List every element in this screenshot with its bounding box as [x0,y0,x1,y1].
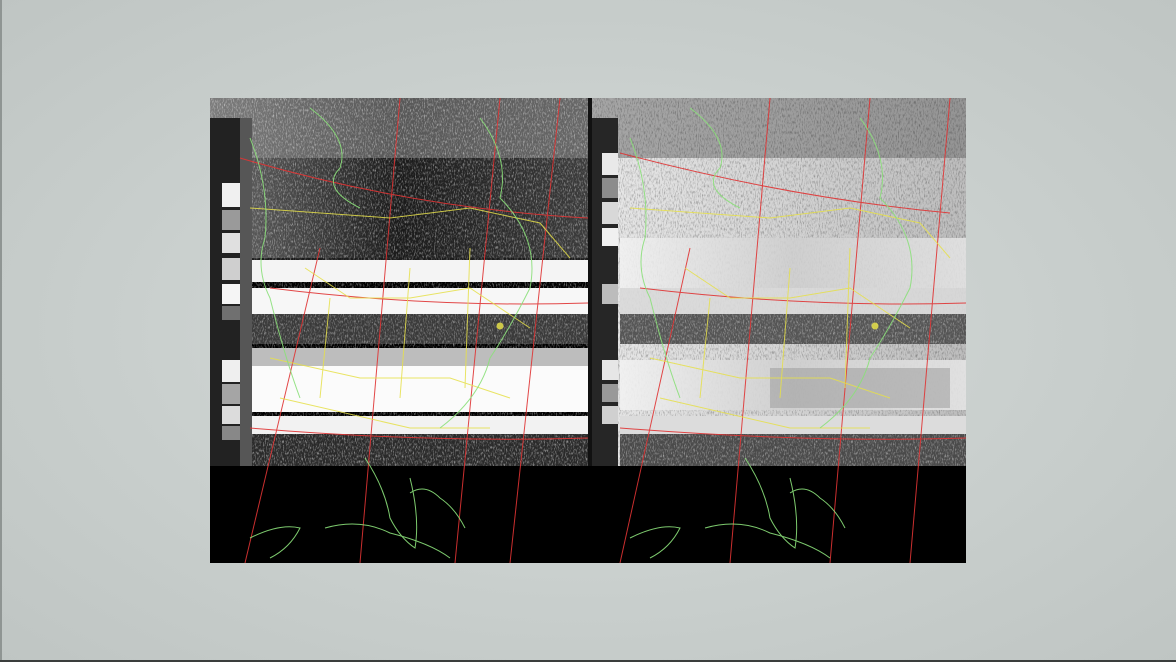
satellite-image [210,98,966,563]
satellite-image-canvas [210,98,966,563]
channel-divider [588,98,592,466]
slide-left-border [0,0,2,662]
right-channel-panel [592,98,966,466]
